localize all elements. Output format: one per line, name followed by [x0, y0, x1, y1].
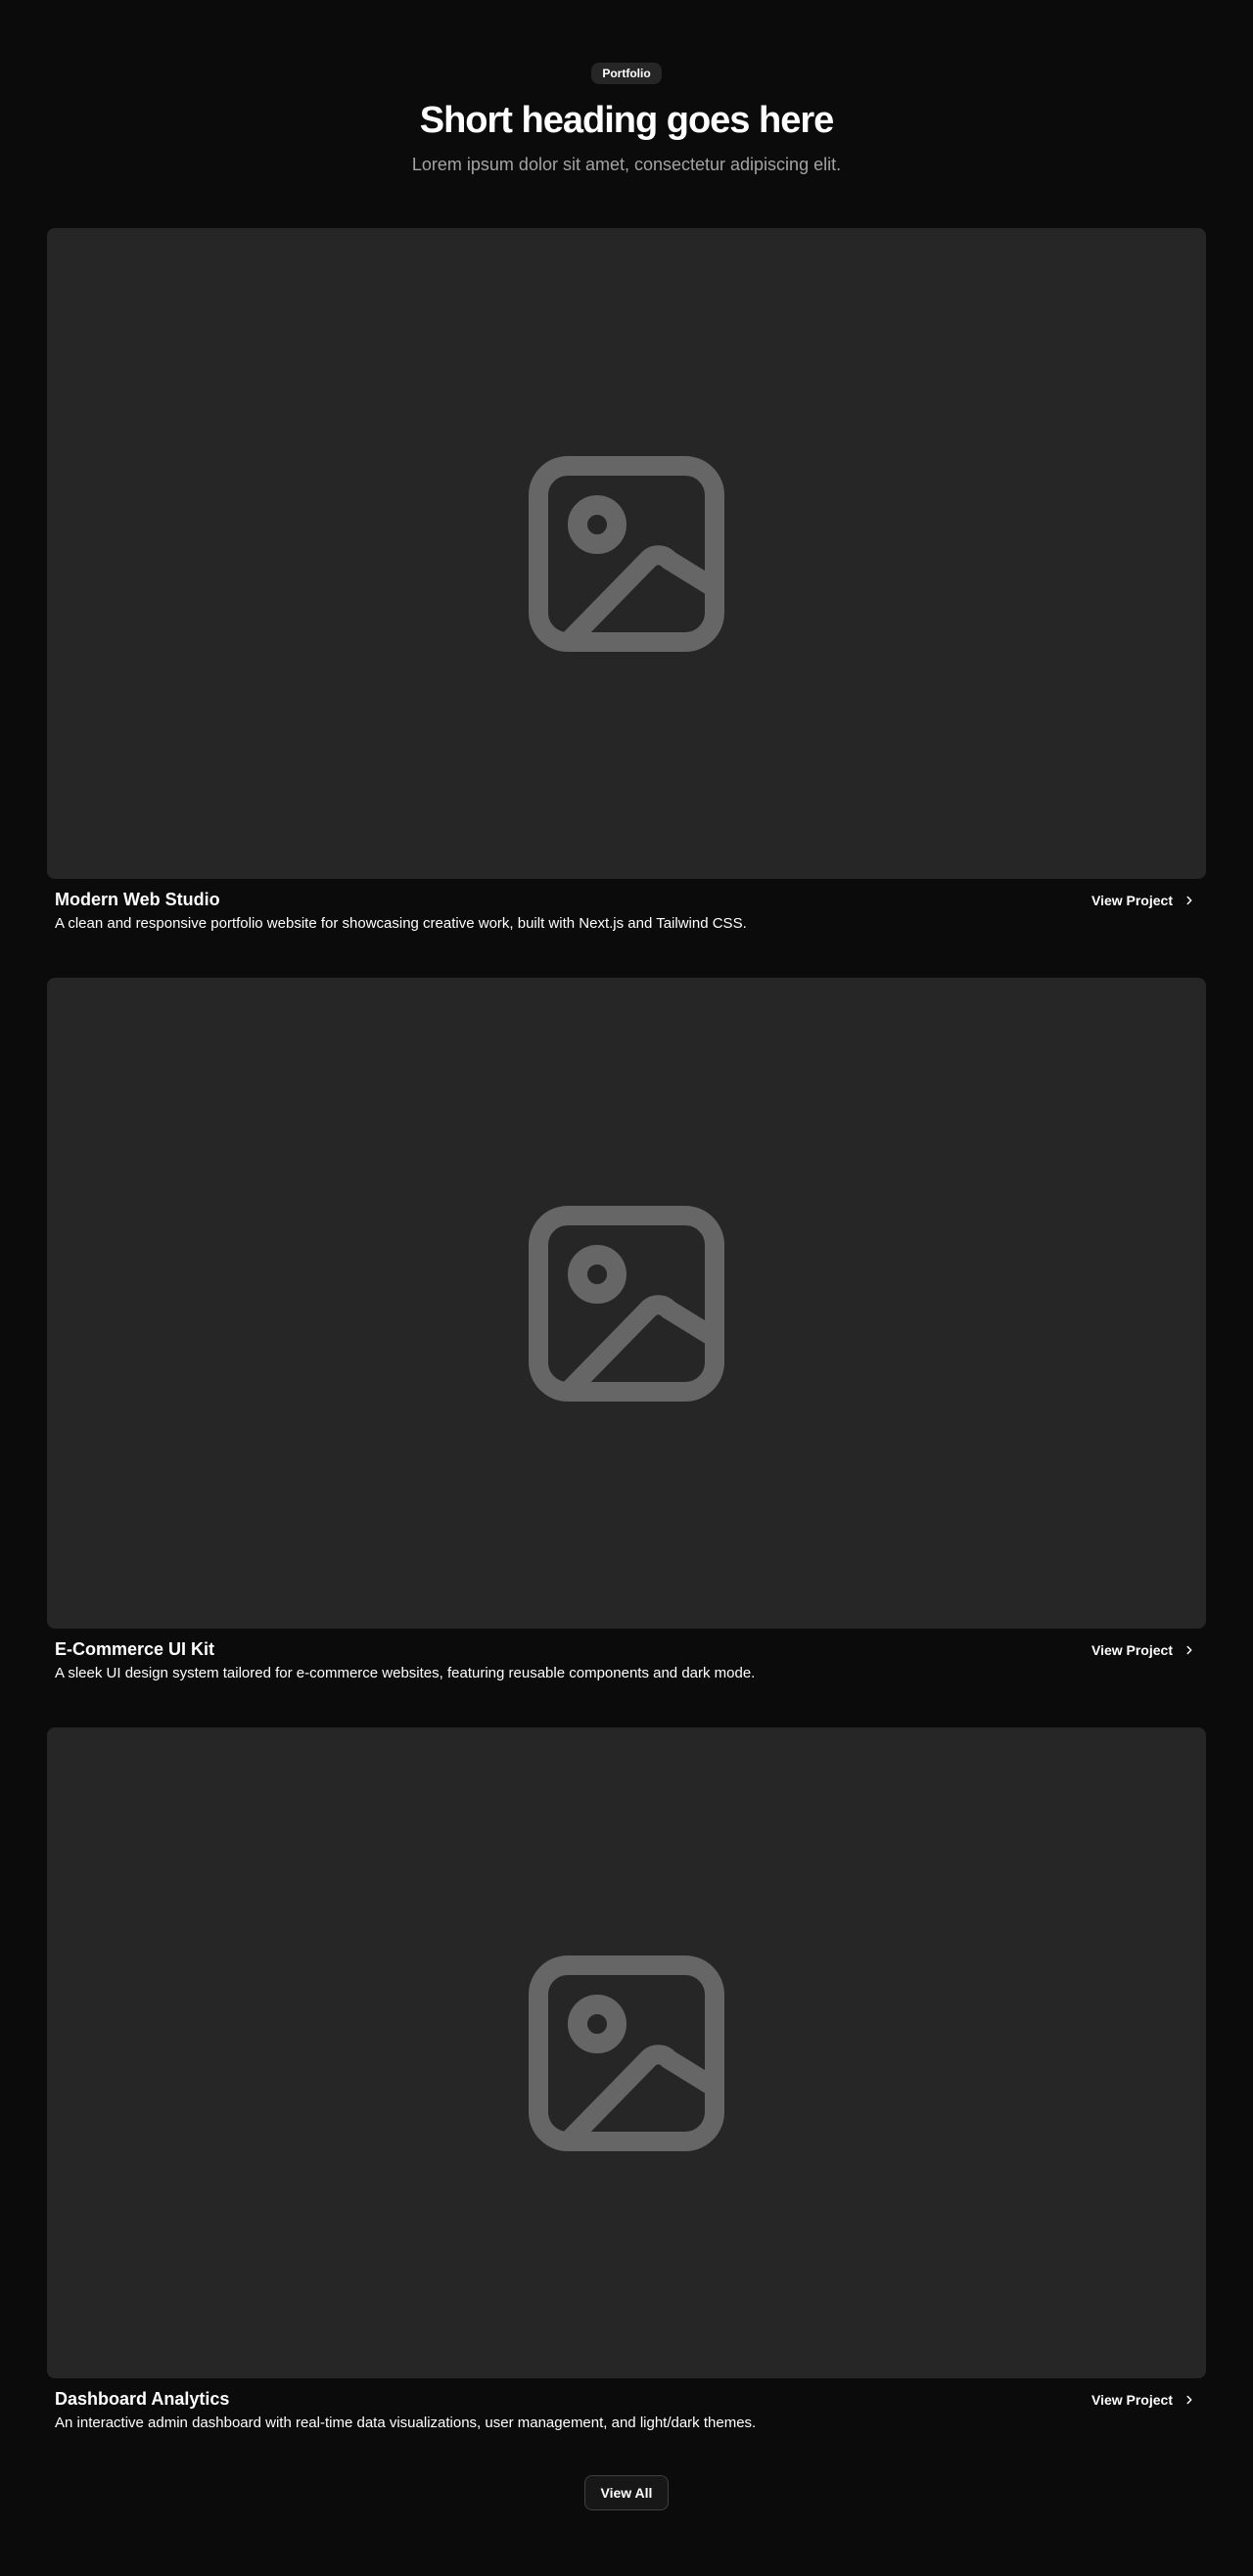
portfolio-section: Portfolio Short heading goes here Lorem … [0, 0, 1253, 2576]
project-card: Dashboard Analytics An interactive admin… [47, 1727, 1206, 2433]
view-project-label: View Project [1091, 1642, 1173, 1658]
view-project-label: View Project [1091, 893, 1173, 908]
project-info: Modern Web Studio A clean and responsive… [47, 879, 1206, 934]
view-project-link[interactable]: View Project [1091, 1642, 1196, 1658]
view-project-link[interactable]: View Project [1091, 893, 1196, 908]
section-header: Portfolio Short heading goes here Lorem … [0, 63, 1253, 178]
image-placeholder-icon [529, 1205, 724, 1402]
project-title: Modern Web Studio [55, 890, 220, 909]
project-card: E-Commerce UI Kit A sleek UI design syst… [47, 978, 1206, 1683]
image-placeholder-icon [529, 455, 724, 652]
project-description: An interactive admin dashboard with real… [55, 2415, 757, 2431]
project-image [47, 228, 1206, 879]
project-title: E-Commerce UI Kit [55, 1639, 215, 1659]
page-title: Short heading goes here [419, 100, 835, 141]
project-card: Modern Web Studio A clean and responsive… [47, 228, 1206, 934]
project-info: E-Commerce UI Kit A sleek UI design syst… [47, 1629, 1206, 1683]
view-project-link[interactable]: View Project [1091, 2392, 1196, 2408]
project-image [47, 1727, 1206, 2378]
view-project-label: View Project [1091, 2392, 1173, 2408]
project-title: Dashboard Analytics [55, 2389, 230, 2409]
page-subtitle: Lorem ipsum dolor sit amet, consectetur … [411, 155, 842, 174]
project-description: A sleek UI design system tailored for e-… [55, 1665, 756, 1681]
chevron-right-icon [1186, 1645, 1192, 1655]
project-description: A clean and responsive portfolio website… [55, 915, 747, 932]
chevron-right-icon [1186, 2395, 1192, 2405]
project-image [47, 978, 1206, 1629]
portfolio-badge: Portfolio [591, 63, 662, 84]
image-placeholder-icon [529, 1955, 724, 2151]
project-info: Dashboard Analytics An interactive admin… [47, 2378, 1206, 2433]
view-all-button[interactable]: View All [584, 2475, 669, 2510]
chevron-right-icon [1186, 896, 1192, 905]
